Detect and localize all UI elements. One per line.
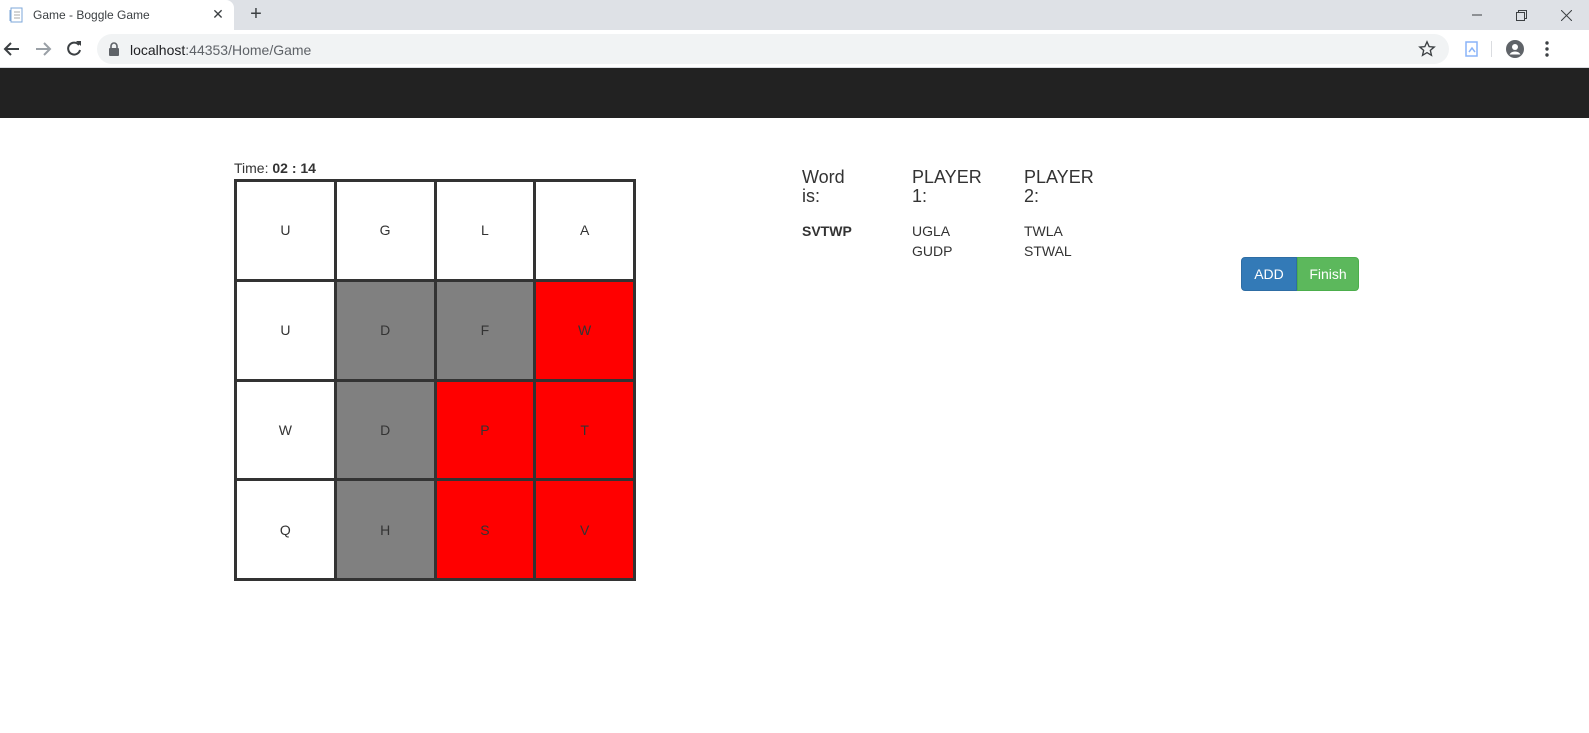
browser-tab[interactable]: Game - Boggle Game ✕ (0, 0, 234, 30)
board-cell[interactable]: A (536, 182, 633, 279)
close-tab-icon[interactable]: ✕ (210, 6, 226, 22)
board-cell[interactable]: U (237, 281, 334, 379)
new-tab-icon[interactable]: + (246, 4, 266, 25)
timer-value: 02 : 14 (272, 160, 316, 176)
list-item: UGLA (912, 223, 951, 239)
profile-icon[interactable] (1505, 39, 1525, 59)
bookmark-star-icon[interactable] (1418, 40, 1436, 58)
board-cell[interactable]: D (336, 281, 434, 379)
board-cell[interactable]: U (237, 182, 334, 279)
menu-kebab-icon[interactable] (1537, 39, 1557, 59)
toolbar-divider (1491, 41, 1492, 57)
board-cell[interactable]: W (237, 381, 334, 479)
board-cell[interactable]: T (536, 381, 633, 479)
action-button-group: ADD Finish (1241, 257, 1359, 291)
current-word-heading: Word is: (802, 167, 845, 206)
board-cell[interactable]: V (536, 481, 633, 578)
close-window-icon[interactable] (1544, 0, 1589, 30)
lock-icon (109, 42, 119, 56)
current-word-column: Word is: SVTWP (802, 168, 882, 241)
board-cell[interactable]: D (336, 381, 434, 479)
forward-icon[interactable] (33, 39, 53, 59)
player2-heading: PLAYER 2: (1024, 167, 1094, 206)
app-navbar (0, 68, 1589, 118)
player1-column: PLAYER 1: UGLA GUDP (912, 168, 992, 261)
board-cell[interactable]: F (436, 281, 534, 379)
back-icon[interactable] (2, 39, 22, 59)
extension-icon[interactable] (1462, 39, 1482, 59)
reload-icon[interactable] (64, 39, 84, 59)
player1-heading: PLAYER 1: (912, 167, 982, 206)
board-cell[interactable]: G (336, 182, 434, 279)
browser-tabstrip: Game - Boggle Game ✕ + (0, 0, 1589, 30)
restore-icon[interactable] (1499, 0, 1544, 30)
board-cell[interactable]: Q (237, 481, 334, 578)
minimize-icon[interactable] (1454, 0, 1499, 30)
add-button[interactable]: ADD (1241, 257, 1297, 291)
player1-word-list: UGLA GUDP (912, 221, 992, 261)
current-word-value: SVTWP (802, 223, 852, 239)
timer-label: Time: (234, 160, 269, 176)
board-cell[interactable]: S (436, 481, 534, 578)
tab-title: Game - Boggle Game (33, 8, 150, 22)
board-cell[interactable]: P (436, 381, 534, 479)
board-cell[interactable]: W (536, 281, 633, 379)
board-cell[interactable]: H (336, 481, 434, 578)
board-cell[interactable]: L (436, 182, 534, 279)
address-bar[interactable]: localhost:44353/Home/Game (97, 34, 1449, 64)
page-favicon-icon (9, 7, 23, 23)
list-item: TWLA (1024, 223, 1063, 239)
list-item: STWAL (1024, 243, 1072, 259)
player2-word-list: TWLA STWAL (1024, 221, 1104, 261)
game-timer: Time: 02 : 14 (234, 160, 316, 176)
boggle-board: UGLAUDFWWDPTQHSV (234, 179, 636, 581)
finish-button[interactable]: Finish (1297, 257, 1359, 291)
browser-toolbar: localhost:44353/Home/Game (0, 30, 1589, 68)
url-text: localhost:44353/Home/Game (130, 42, 312, 58)
player2-column: PLAYER 2: TWLA STWAL (1024, 168, 1104, 261)
list-item: GUDP (912, 243, 953, 259)
